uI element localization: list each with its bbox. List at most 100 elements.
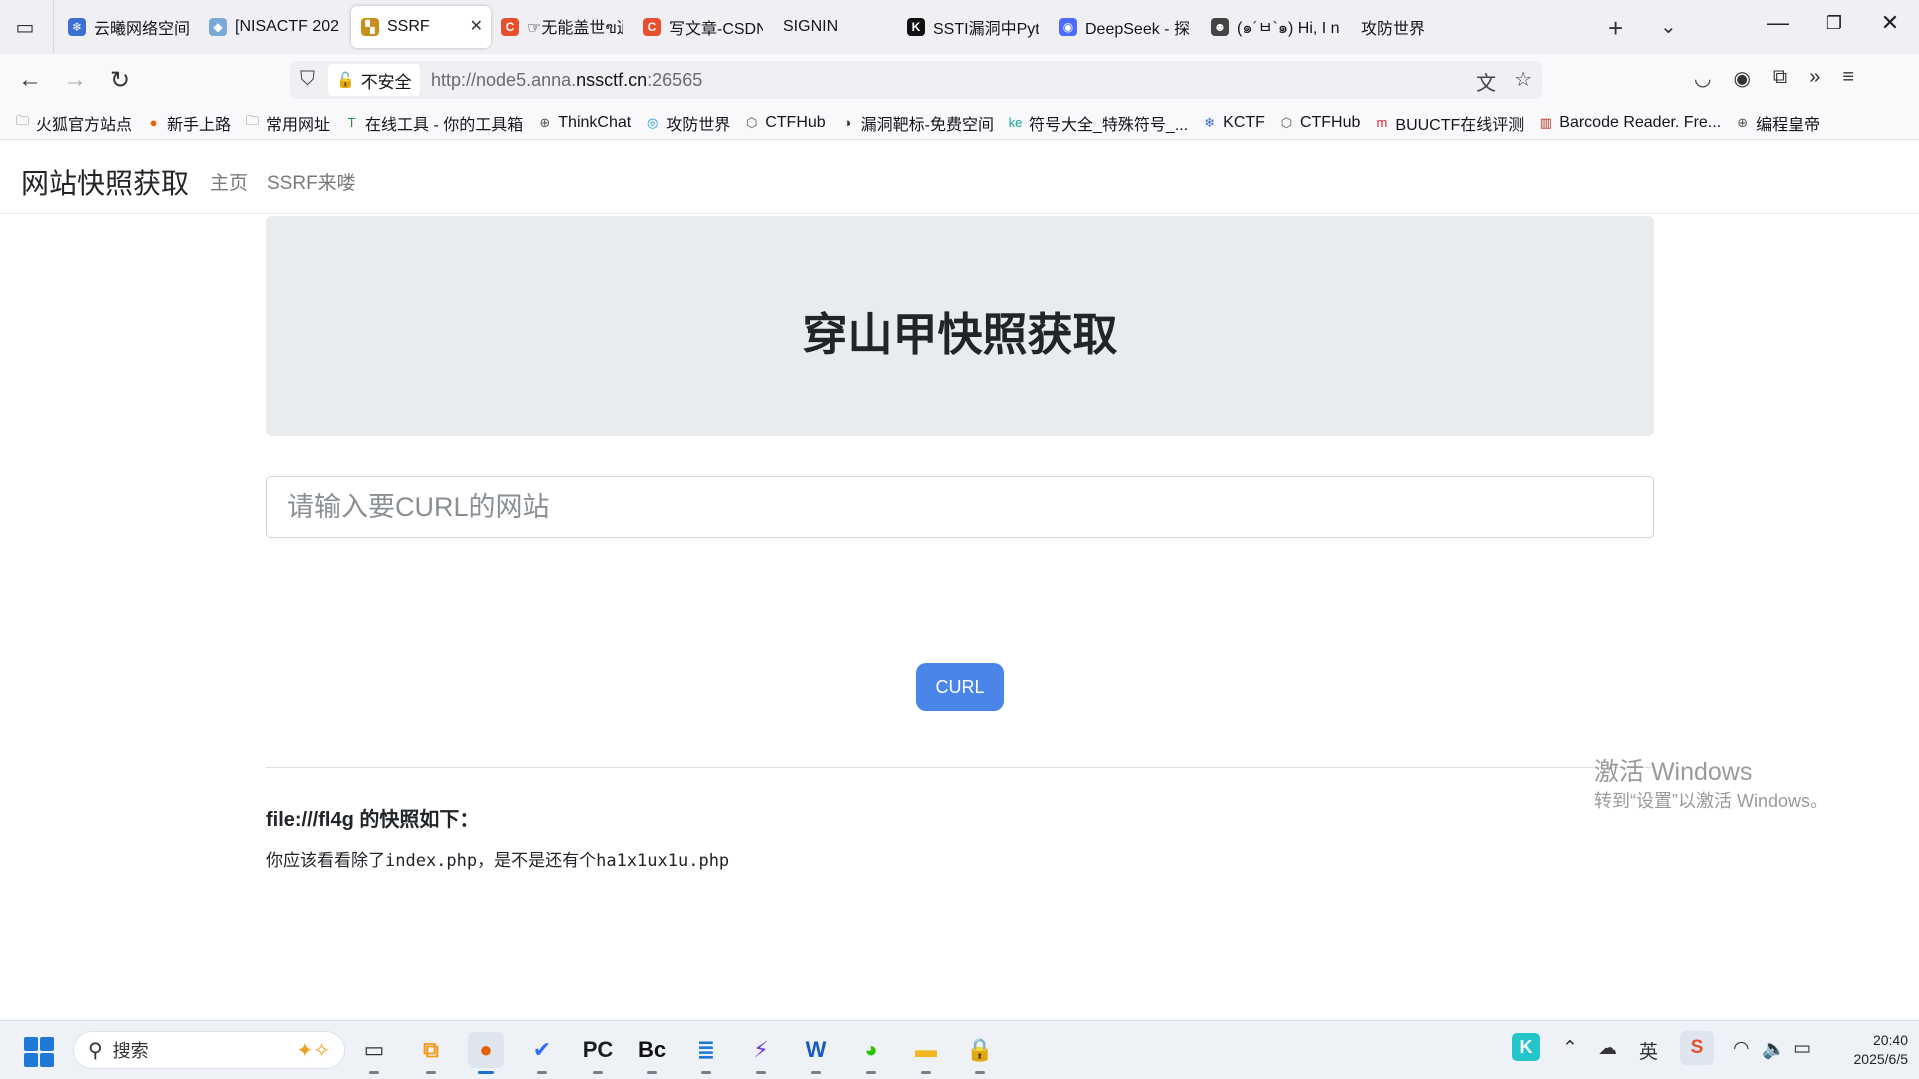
bookmark-item[interactable]: ● 新手上路: [145, 111, 231, 135]
tab-5[interactable]: SIGNIN: [773, 6, 897, 48]
show-hidden-icons-chevron-icon[interactable]: ⌃: [1562, 1037, 1578, 1060]
pocket-icon[interactable]: ◡: [1694, 66, 1711, 91]
toolbox-icon: T: [347, 115, 356, 130]
vpn-icon[interactable]: 🔒: [962, 1032, 998, 1074]
app-glyph: ≣: [696, 1037, 716, 1062]
address-bar[interactable]: ⛉ 🔓 不安全 http://node5.anna.nssctf.cn:2656…: [290, 61, 1542, 99]
running-indicator: [756, 1071, 766, 1074]
adworld-icon: ◎: [647, 114, 659, 130]
bookmark-item[interactable]: 🗀 火狐官方站点: [14, 111, 132, 135]
windows-start-icon[interactable]: [24, 1037, 54, 1067]
bookmarks-toolbar: 🗀 火狐官方站点 ● 新手上路 🗀 常用网址 T 在线工具 - 你的工具箱 ⊕ ThinkChat…: [0, 106, 1919, 140]
tab-favicon-icon: ☻: [1211, 18, 1229, 36]
tab-8[interactable]: ☻ (๑´ㅂ`๑) Hi, I n: [1201, 6, 1351, 48]
close-tab-icon[interactable]: ✕: [470, 16, 483, 36]
menu-icon[interactable]: ≡: [1842, 66, 1854, 91]
account-icon[interactable]: ◉: [1733, 66, 1750, 91]
restore-icon[interactable]: ❐: [1814, 13, 1854, 34]
system-clock[interactable]: 20:40 2025/6/5: [1832, 1031, 1909, 1069]
navigation-toolbar: ← → ↻ ⛉ 🔓 不安全 http://node5.anna.nssctf.c…: [0, 54, 1919, 106]
app-glyph: ✔: [532, 1037, 552, 1062]
bookmark-item[interactable]: m BUUCTF在线评测: [1373, 111, 1524, 135]
new-tab-button[interactable]: +: [1608, 13, 1623, 44]
bookmark-item[interactable]: ⊕ 编程皇帝: [1734, 111, 1820, 135]
bookmark-item[interactable]: ◎ 攻防世界: [644, 111, 730, 135]
url-prefix: http://node5.anna.: [431, 70, 577, 90]
kuaikan-icon[interactable]: K: [1512, 1033, 1540, 1061]
pycharm-icon[interactable]: PC: [580, 1032, 616, 1074]
battery-icon[interactable]: ▭: [1793, 1037, 1811, 1060]
remote-desktop-icon[interactable]: ⧉: [413, 1032, 449, 1074]
bookmark-item[interactable]: ◑ 漏洞靶标-免费空间: [839, 111, 994, 135]
minimize-icon[interactable]: —: [1758, 10, 1798, 36]
wechat-icon[interactable]: ◕: [853, 1032, 889, 1074]
curl-button[interactable]: CURL: [916, 663, 1004, 711]
firefox-icon: ●: [149, 115, 158, 130]
bookmark-item[interactable]: ▥ Barcode Reader. Fre...: [1537, 114, 1722, 132]
tab-4[interactable]: C 写文章-CSDN: [633, 6, 773, 48]
site-brand[interactable]: 网站快照获取: [21, 162, 189, 202]
close-window-icon[interactable]: ✕: [1870, 10, 1910, 36]
search-label: 搜索: [112, 1041, 149, 1061]
running-indicator: [811, 1071, 821, 1074]
nav-link-ssrf[interactable]: SSRF来喽: [267, 168, 356, 195]
tab-3[interactable]: C ☞无能盖世ฃ逍: [491, 6, 633, 48]
hero-banner: 穿山甲快照获取: [266, 216, 1654, 436]
task-view-icon[interactable]: ▭: [356, 1032, 392, 1074]
input-method-icon[interactable]: 英: [1639, 1037, 1658, 1064]
bookmark-item[interactable]: ❄ KCTF: [1201, 114, 1265, 132]
tab-7[interactable]: ◉ DeepSeek - 探: [1049, 6, 1201, 48]
wifi-icon[interactable]: ◠: [1733, 1037, 1750, 1060]
tab-title: [NISACTF 202: [235, 18, 340, 35]
nav-link-home[interactable]: 主页: [210, 168, 248, 195]
word-icon[interactable]: W: [798, 1032, 834, 1074]
search-icon: ⚲: [88, 1039, 103, 1062]
extensions-icon[interactable]: ⧉: [1773, 66, 1787, 91]
feishu-icon[interactable]: ✔: [524, 1032, 560, 1074]
notepad-icon[interactable]: ≣: [688, 1032, 724, 1074]
list-all-tabs-icon[interactable]: ⌄: [1660, 14, 1677, 39]
url-input[interactable]: [266, 476, 1654, 538]
taskbar: ⚲ 搜索 ✦✧ ▭ ⧉ ● ✔ PC Bc ≣ ⚡ W ◕ ▬ 🔒 K ⌃ ☁ 英 S ◠ 🔈 ▭ 2…: [0, 1020, 1919, 1079]
tracking-shield-icon[interactable]: ⛉: [300, 68, 315, 91]
tab-0[interactable]: ❄ 云曦网络空间安: [58, 6, 199, 48]
tab-2[interactable]: ▚ SSRF ✕: [351, 6, 491, 48]
app-glyph: ⧉: [423, 1037, 439, 1062]
forward-arrow-icon[interactable]: →: [60, 66, 90, 94]
running-indicator: [975, 1071, 985, 1074]
tab-9[interactable]: 攻防世界: [1351, 6, 1461, 48]
burpsuite-icon[interactable]: Bc: [634, 1032, 670, 1074]
tab-title: DeepSeek - 探: [1085, 21, 1190, 38]
taskbar-search[interactable]: ⚲ 搜索 ✦✧: [73, 1031, 345, 1069]
url-text[interactable]: http://node5.anna.nssctf.cn:26565: [431, 70, 702, 91]
tab-overview-icon[interactable]: ▭: [10, 14, 40, 40]
translate-icon[interactable]: 文: [1476, 67, 1496, 96]
tab-6[interactable]: K SSTI漏洞中Pyt: [897, 6, 1049, 48]
reload-icon[interactable]: ↻: [105, 66, 135, 95]
divider: [266, 767, 1654, 768]
visual-studio-icon[interactable]: ⚡: [743, 1032, 779, 1074]
volume-muted-icon[interactable]: 🔈: [1762, 1037, 1786, 1061]
bookmark-item[interactable]: ⬡ CTFHub: [1278, 114, 1361, 132]
site-security-indicator[interactable]: 🔓 不安全: [328, 64, 420, 96]
folder-icon: 🗀: [246, 112, 260, 128]
sogou-input-icon[interactable]: S: [1680, 1031, 1714, 1065]
back-arrow-icon[interactable]: ←: [15, 66, 45, 94]
bookmark-item[interactable]: ⊕ ThinkChat: [536, 114, 631, 132]
bookmark-item[interactable]: T 在线工具 - 你的工具箱: [343, 111, 524, 135]
bookmark-item[interactable]: ke 符号大全_特殊符号_...: [1007, 111, 1189, 135]
bookmark-item[interactable]: 🗀 常用网址: [244, 111, 330, 135]
tab-list: ❄ 云曦网络空间安 ◆ [NISACTF 202 ▚ SSRF ✕ C ☞无能盖世ฃ逍 C 写文章-…: [58, 6, 1461, 48]
bookmark-item[interactable]: ⬡ CTFHub: [743, 114, 826, 132]
firefox-icon[interactable]: ●: [468, 1032, 504, 1074]
tab-1[interactable]: ◆ [NISACTF 202: [199, 6, 351, 48]
file-explorer-icon[interactable]: ▬: [908, 1032, 944, 1074]
onedrive-icon[interactable]: ☁: [1598, 1037, 1617, 1060]
app-glyph: ▭: [363, 1037, 385, 1062]
tab-favicon-icon: C: [643, 18, 661, 36]
more-tools-icon[interactable]: »: [1809, 66, 1820, 91]
bookmark-star-icon[interactable]: ☆: [1514, 67, 1532, 96]
tab-favicon-icon: ◆: [209, 18, 227, 36]
globe-icon: ⊕: [1737, 114, 1749, 130]
barcode-icon: ▥: [1539, 114, 1552, 130]
